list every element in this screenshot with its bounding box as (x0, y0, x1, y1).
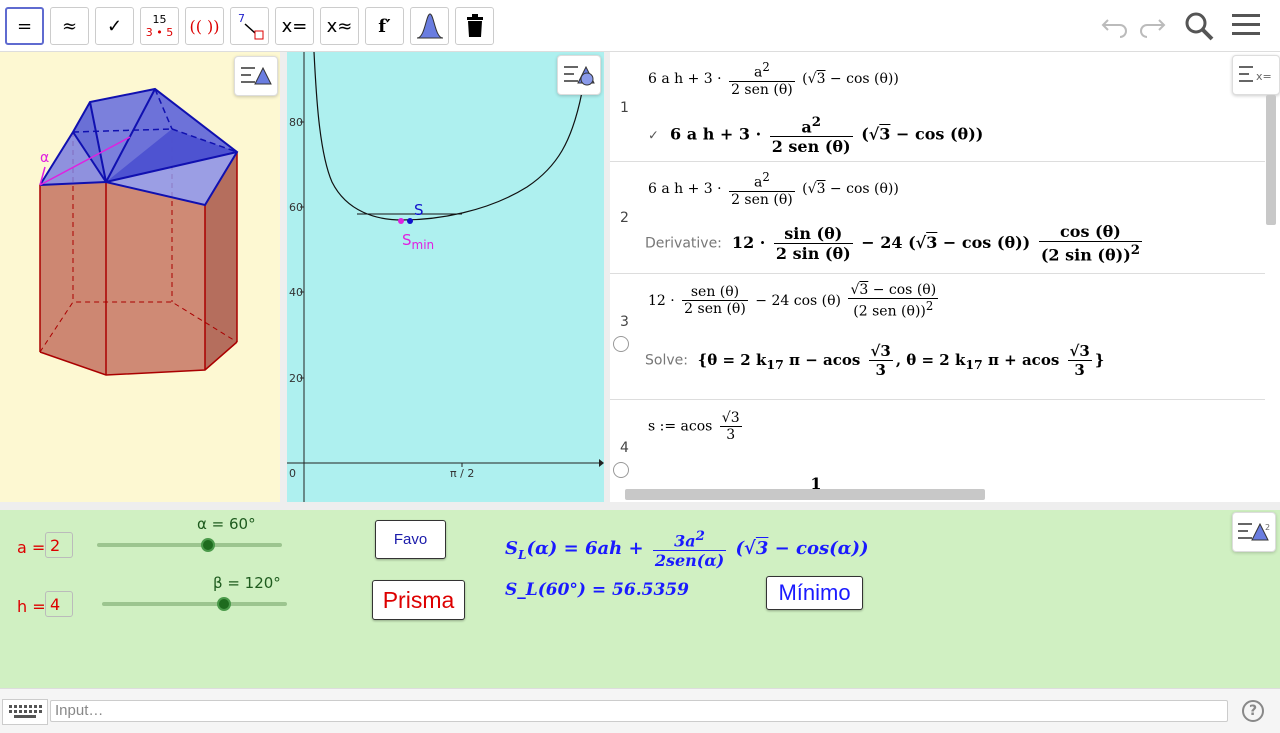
derivative-button[interactable]: f′ (365, 7, 404, 45)
a-input[interactable]: 2 (45, 532, 73, 558)
undo-icon[interactable] (1100, 10, 1130, 46)
graphics-3d-view[interactable]: α (0, 52, 280, 502)
cas-input-3[interactable]: 12 · sen (θ) 2 sen (θ) − 24 cos (θ) √3 − … (648, 282, 941, 320)
point-s-min[interactable] (398, 218, 404, 224)
alpha-slider-knob[interactable] (201, 538, 215, 552)
help-icon[interactable]: ? (1242, 700, 1264, 722)
factor-button[interactable]: 15 3 • 5 (140, 7, 179, 45)
cas-output-4: acos 1 (760, 474, 827, 490)
solve-numeric-button[interactable]: x≈ (320, 7, 359, 45)
row-toggle-circle[interactable] (613, 336, 629, 352)
cas-row-4[interactable]: 4 s := acos √33 acos 1 (610, 400, 1265, 490)
alpha-caption: α = 60° (197, 515, 256, 533)
cas-input-4[interactable]: s := acos √3 3 (648, 410, 745, 443)
hexagonal-prism-3d[interactable]: α (0, 52, 280, 502)
cas-row-3[interactable]: 3 12 · sen (θ) 2 sen (θ) − 24 cos (θ) √3 … (610, 274, 1265, 400)
surface-formula: SL(α) = 6ah + 3a2 2sen(α) (√3 − cos(α)) (505, 528, 869, 571)
y-tick-80: 80 (289, 116, 303, 129)
cas-row-2[interactable]: 2 6 a h + 3 · a2 2 sen (θ) (√3 − cos (θ))… (610, 162, 1265, 274)
keyboard-icon[interactable] (2, 699, 48, 725)
row-number: 3 (620, 314, 629, 330)
function-graph[interactable]: 80 60 40 20 0 π / 2 S Smin (287, 51, 604, 502)
style-bar-icon (241, 66, 272, 85)
style-bar-graph-button[interactable] (557, 55, 601, 95)
input-bar: Input… ? (0, 688, 1280, 733)
style-bar-3d-button[interactable] (234, 56, 278, 96)
row-number: 1 (620, 100, 629, 116)
toolbar: = ≈ ✓ 15 3 • 5 (( )) 7 x= x≈ f′ (0, 0, 1280, 52)
numeric-button[interactable]: ≈ (50, 7, 89, 45)
style-bar-icon: x= (1239, 66, 1272, 83)
style-bar-icon (564, 65, 595, 86)
y-tick-20: 20 (289, 372, 303, 385)
surface-value: S_L(60°) = 56.5359 (505, 580, 689, 600)
cas-row-1[interactable]: 1 6 a h + 3 · a2 2 sen (θ) (√3 − cos (θ))… (610, 52, 1265, 162)
point-s-label: S (414, 201, 424, 219)
beta-slider-track[interactable] (102, 602, 287, 606)
horizontal-scrollbar[interactable] (625, 489, 985, 500)
svg-text:2: 2 (1265, 523, 1270, 532)
vertical-scrollbar[interactable] (1266, 95, 1276, 225)
alpha-slider-track[interactable] (97, 543, 282, 547)
cas-output-2: Derivative: 12 · sin (θ) 2 sin (θ) − 24 (… (645, 222, 1143, 265)
x-tick-0: 0 (289, 467, 296, 480)
graphics-view[interactable]: 80 60 40 20 0 π / 2 S Smin (287, 51, 604, 502)
menu-icon[interactable] (1231, 10, 1261, 46)
svg-text:7: 7 (238, 12, 245, 25)
prisma-button[interactable]: Prisma (372, 580, 465, 620)
cas-input-1[interactable]: 6 a h + 3 · a2 2 sen (θ) (√3 − cos (θ)) (648, 60, 899, 98)
angle-label: α (40, 150, 49, 166)
h-input[interactable]: 4 (45, 591, 73, 617)
expand-button[interactable]: (( )) (185, 7, 224, 45)
delete-button[interactable] (455, 7, 494, 45)
svg-text:x=: x= (1256, 70, 1272, 83)
beta-caption: β = 120° (213, 574, 281, 592)
trash-icon (466, 14, 483, 37)
point-smin-label: Smin (402, 231, 434, 252)
cas-input-2[interactable]: 6 a h + 3 · a2 2 sen (θ) (√3 − cos (θ)) (648, 170, 899, 208)
style-bar-lower-button[interactable]: 2 (1232, 512, 1276, 552)
substitute-icon: 7 (238, 12, 263, 40)
probability-button[interactable] (410, 7, 449, 45)
panel-divider[interactable] (0, 502, 1280, 510)
surface-area-curve[interactable] (313, 51, 585, 221)
input-field[interactable]: Input… (50, 700, 1228, 722)
panel-divider[interactable] (280, 52, 287, 502)
redo-icon[interactable] (1137, 10, 1167, 46)
y-tick-60: 60 (289, 201, 303, 214)
substitute-button[interactable]: 7 (230, 7, 269, 45)
x-tick-pi-half: π / 2 (450, 467, 474, 480)
graphics-view-2[interactable]: a = 2 h = 4 α = 60° β = 120° Favo Prisma… (0, 510, 1280, 688)
bell-curve-icon (416, 13, 443, 39)
row-number: 2 (620, 210, 629, 226)
row-toggle-circle[interactable] (613, 462, 629, 478)
point-s[interactable] (407, 218, 413, 224)
cas-view[interactable]: 1 6 a h + 3 · a2 2 sen (θ) (√3 − cos (θ))… (610, 52, 1280, 502)
h-label: h = (17, 597, 46, 616)
cas-output-1: ✓ 6 a h + 3 · a2 2 sen (θ) (√3 − cos (θ)) (648, 114, 984, 157)
minimo-button[interactable]: Mínimo (766, 576, 863, 610)
beta-slider-knob[interactable] (217, 597, 232, 611)
solve-button[interactable]: x= (275, 7, 314, 45)
check-button[interactable]: ✓ (95, 7, 134, 45)
y-tick-40: 40 (289, 286, 303, 299)
favo-button[interactable]: Favo (375, 520, 446, 559)
style-bar-icon: 2 (1238, 522, 1270, 541)
cas-output-3: Solve: {θ = 2 k17 π − acos √3 3, θ = 2 k1… (645, 342, 1105, 379)
row-number: 4 (620, 440, 629, 456)
style-bar-cas-button[interactable]: x= (1232, 55, 1280, 95)
a-label: a = (17, 538, 46, 557)
search-icon[interactable] (1183, 10, 1215, 48)
evaluate-button[interactable]: = (5, 7, 44, 45)
